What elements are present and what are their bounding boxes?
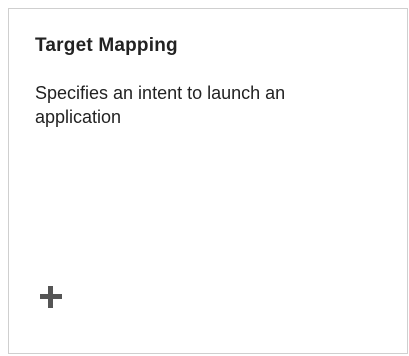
- tile-description: Specifies an intent to launch an applica…: [35, 83, 286, 127]
- target-mapping-tile[interactable]: Target Mapping Specifies an intent to la…: [8, 8, 408, 354]
- plus-icon[interactable]: [39, 285, 63, 309]
- tile-title: Target Mapping: [35, 35, 178, 56]
- plus-icon-vertical-bar: [48, 286, 53, 308]
